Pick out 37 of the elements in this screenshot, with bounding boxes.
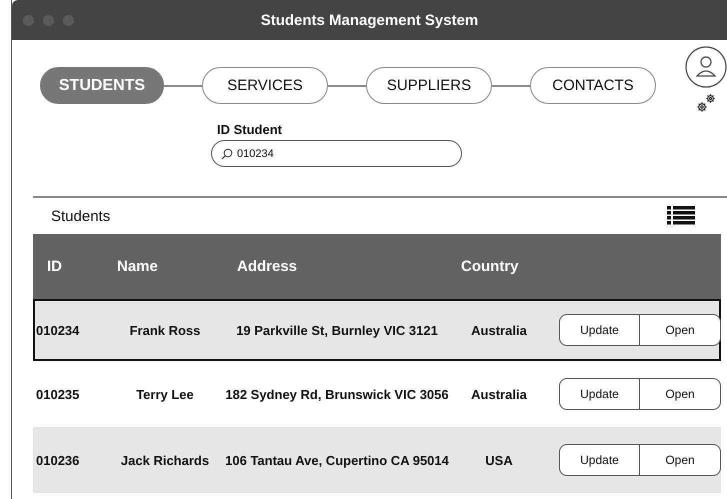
column-header: Country [460, 258, 520, 275]
nav-tab[interactable]: STUDENTS [40, 67, 164, 104]
list-icon[interactable] [667, 206, 695, 226]
column-header: Address [236, 258, 298, 275]
open-button[interactable]: Open [640, 444, 721, 476]
nav-tab[interactable]: SUPPLIERS [366, 67, 492, 104]
table-cell-text: Jack Richards [120, 452, 210, 468]
table-cell: 106 Tantau Ave, Cupertino CA 95014 [225, 452, 449, 468]
table-cell-text: 19 Parkville St, Burnley VIC 3121 [235, 322, 439, 338]
search-icon [221, 148, 233, 160]
table-row[interactable]: 010235 Terry Lee 182 Sydney Rd, Brunswick VIC 3056 Australia Update Open [33, 361, 721, 427]
settings-icon[interactable] [695, 92, 717, 114]
nav-tab[interactable]: CONTACTS [530, 67, 656, 104]
column-header: ID [46, 258, 63, 275]
section-title: Students [51, 208, 110, 224]
update-button[interactable]: Update [559, 444, 640, 476]
table-cell-text: Frank Ross [128, 322, 202, 338]
field-label: ID Student [216, 122, 283, 137]
table-cell: 182 Sydney Rd, Brunswick VIC 3056 [225, 386, 449, 402]
column-header: Name [116, 258, 159, 275]
table-row[interactable]: 010236 Jack Richards 106 Tantau Ave, Cupertino CA 95014 USA Update Open [33, 427, 721, 493]
avatar-icon[interactable] [685, 46, 727, 88]
table-cell-text: 010235 [35, 386, 80, 402]
table-row[interactable]: 010234 Frank Ross 19 Parkville St, Burnley VIC 3121 Australia Update Open [33, 299, 721, 361]
table-cell-text: 010234 [35, 322, 80, 338]
table-cell-text: Terry Lee [135, 386, 195, 402]
update-button[interactable]: Update [559, 378, 640, 410]
window-title: Students Management System [260, 12, 478, 28]
table-cell-text: Australia [470, 386, 528, 402]
search-field[interactable]: 010234 [211, 140, 462, 167]
open-button[interactable]: Open [640, 378, 721, 410]
table-cell-text: USA [484, 452, 514, 468]
table-cell-text: Australia [470, 322, 528, 338]
nav-tab[interactable]: SERVICES [202, 67, 328, 104]
open-button[interactable]: Open [640, 314, 721, 346]
update-button[interactable]: Update [559, 314, 640, 346]
table-cell-text: 010236 [35, 452, 80, 468]
